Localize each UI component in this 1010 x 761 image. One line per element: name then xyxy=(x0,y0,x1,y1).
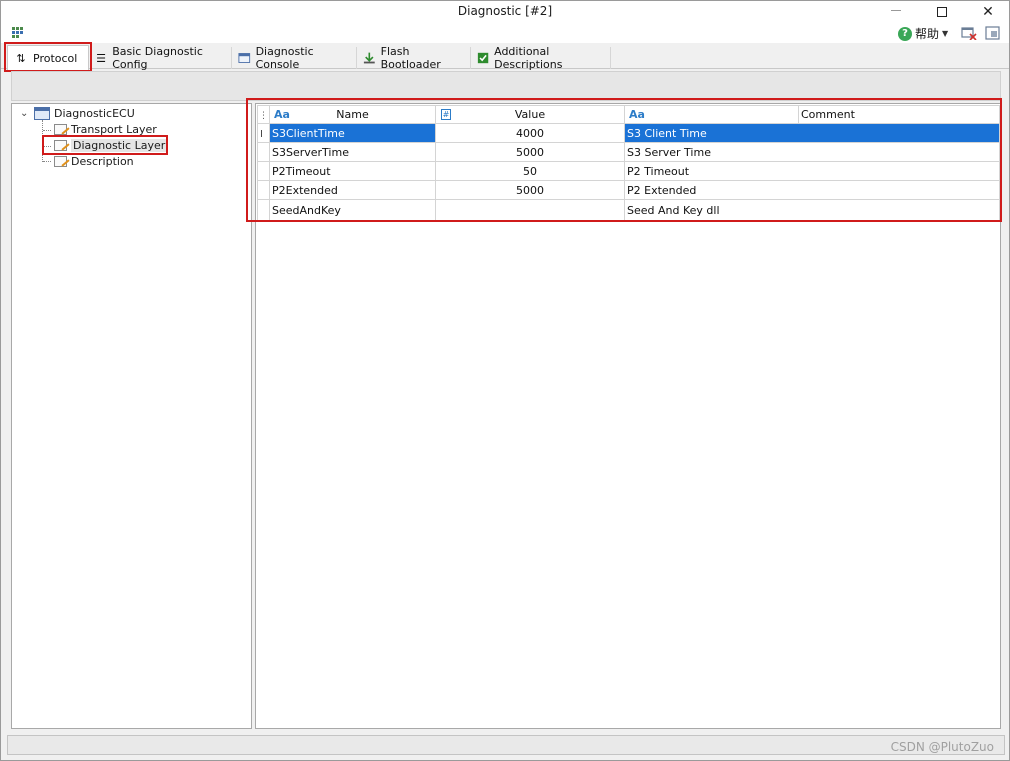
number-type-icon: # xyxy=(441,109,451,120)
row-header[interactable]: I xyxy=(257,123,270,143)
ecu-tree: ⌄ DiagnosticECU Transport Layer Diagnost… xyxy=(11,103,252,729)
minimize-icon xyxy=(891,9,901,11)
close-button[interactable]: ✕ xyxy=(965,1,1010,23)
cell-name[interactable]: SeedAndKey xyxy=(269,199,436,222)
cell-name[interactable]: S3ServerTime xyxy=(269,142,436,162)
window-title: Diagnostic [#2] xyxy=(457,4,553,18)
column-label: Comment xyxy=(801,108,855,121)
cell-comment[interactable]: P2 Timeout xyxy=(624,161,1000,181)
table-header-row: ⋮ Aa Name # Value Aa Comment xyxy=(257,105,1000,124)
sort-arrows-icon: ⇅ xyxy=(16,51,26,65)
checkbox-icon xyxy=(477,52,489,64)
tree-item-label: DiagnosticECU xyxy=(54,107,135,120)
tree-item-label: Description xyxy=(71,155,134,168)
parameter-grid-panel: ⋮ Aa Name # Value Aa Comment I S3ClientT… xyxy=(255,103,1001,729)
column-label: Value xyxy=(514,108,546,121)
row-header[interactable] xyxy=(257,180,270,200)
row-header-corner[interactable]: ⋮ xyxy=(257,105,270,124)
cell-name[interactable]: P2Extended xyxy=(269,180,436,200)
tab-bar: ⇅ Protocol ☰ Basic Diagnostic Config Dia… xyxy=(1,45,1009,71)
tree-item-diagnostic-layer[interactable]: Diagnostic Layer xyxy=(54,138,168,153)
column-header-value[interactable]: # Value xyxy=(435,105,625,124)
cell-name[interactable]: P2Timeout xyxy=(269,161,436,181)
minimize-button[interactable] xyxy=(873,1,919,23)
tab-label: Additional Descriptions xyxy=(494,45,563,71)
tab-label: Protocol xyxy=(33,51,78,65)
row-header[interactable] xyxy=(257,142,270,162)
maximize-icon xyxy=(937,7,947,17)
edit-document-icon xyxy=(54,124,67,135)
tab-basic-diagnostic-config[interactable]: ☰ Basic Diagnostic Config xyxy=(89,45,232,71)
row-menu-icon: ⋮ xyxy=(259,111,268,121)
tree-guide-line xyxy=(43,146,51,147)
cell-comment[interactable]: Seed And Key dll xyxy=(624,199,1000,222)
cell-comment[interactable]: S3 Server Time xyxy=(624,142,1000,162)
tree-guide-line xyxy=(42,120,43,162)
status-bar: CSDN @PlutoZuo xyxy=(7,735,1005,755)
help-icon: ? xyxy=(898,26,912,41)
cell-value[interactable]: 50 xyxy=(435,161,625,181)
column-header-comment[interactable]: Aa xyxy=(624,105,799,124)
diagnostic-window: Diagnostic [#2] ✕ ? 帮助 ▼ ⇅ Protocol ☰ Ba… xyxy=(0,0,1010,761)
tab-protocol[interactable]: ⇅ Protocol xyxy=(7,45,89,70)
row-header[interactable] xyxy=(257,199,270,222)
cell-comment[interactable]: P2 Extended xyxy=(624,180,1000,200)
edit-document-icon xyxy=(54,156,67,167)
cell-value[interactable]: 4000 xyxy=(435,123,625,143)
tab-label: Basic Diagnostic Config xyxy=(112,45,203,71)
cell-value[interactable]: 5000 xyxy=(435,180,625,200)
text-type-icon: Aa xyxy=(629,108,645,121)
list-icon: ☰ xyxy=(96,51,107,65)
download-icon xyxy=(363,52,375,64)
ecu-window-icon xyxy=(34,107,50,120)
parameter-table: ⋮ Aa Name # Value Aa Comment I S3ClientT… xyxy=(257,105,1000,222)
table-row[interactable]: S3ServerTime 5000 S3 Server Time xyxy=(257,142,1000,162)
close-icon: ✕ xyxy=(982,4,994,20)
tree-item-transport-layer[interactable]: Transport Layer xyxy=(54,122,157,137)
collapse-caret-icon[interactable]: ⌄ xyxy=(20,108,28,119)
editor-toolbar-strip xyxy=(11,71,1001,101)
tab-flash-bootloader[interactable]: Flash Bootloader xyxy=(357,45,471,71)
console-window-icon xyxy=(238,53,251,63)
cell-comment[interactable]: S3 Client Time xyxy=(624,123,1000,143)
top-toolbar: ? 帮助 ▼ xyxy=(1,23,1009,43)
table-row[interactable]: I S3ClientTime 4000 S3 Client Time xyxy=(257,123,1000,143)
table-row[interactable]: SeedAndKey Seed And Key dll xyxy=(257,199,1000,222)
text-type-icon: Aa xyxy=(274,108,290,121)
cell-value[interactable]: 5000 xyxy=(435,142,625,162)
maximize-button[interactable] xyxy=(919,1,965,23)
window-restore-icon[interactable] xyxy=(985,26,1001,40)
tree-guide-line xyxy=(43,161,51,162)
tab-label: Flash Bootloader xyxy=(380,45,441,71)
tab-diagnostic-console[interactable]: Diagnostic Console xyxy=(232,45,357,71)
tree-item-label: Diagnostic Layer xyxy=(71,139,168,152)
tree-item-root[interactable]: DiagnosticECU xyxy=(34,106,135,121)
cell-name[interactable]: S3ClientTime xyxy=(269,123,436,143)
tab-additional-descriptions[interactable]: Additional Descriptions xyxy=(471,45,611,71)
help-label: 帮助 xyxy=(915,27,940,41)
grid-app-icon xyxy=(12,27,23,38)
edit-document-icon xyxy=(54,140,67,151)
help-menu[interactable]: ? 帮助 ▼ xyxy=(898,25,948,42)
text-cursor-icon: I xyxy=(260,128,263,140)
column-header-comment-label[interactable]: Comment xyxy=(798,105,1000,124)
row-header[interactable] xyxy=(257,161,270,181)
tree-item-description[interactable]: Description xyxy=(54,154,134,169)
tree-item-label: Transport Layer xyxy=(71,123,157,136)
window-close-red-icon[interactable] xyxy=(961,26,977,40)
tab-label: Diagnostic Console xyxy=(255,45,314,71)
table-row[interactable]: P2Timeout 50 P2 Timeout xyxy=(257,161,1000,181)
tree-guide-line xyxy=(43,130,51,131)
watermark-text: CSDN @PlutoZuo xyxy=(890,740,994,754)
column-header-name[interactable]: Aa Name xyxy=(269,105,436,124)
chevron-down-icon: ▼ xyxy=(942,29,949,38)
column-label: Name xyxy=(336,108,369,121)
title-bar: Diagnostic [#2] ✕ xyxy=(1,1,1009,23)
table-row[interactable]: P2Extended 5000 P2 Extended xyxy=(257,180,1000,200)
cell-value[interactable] xyxy=(435,199,625,222)
